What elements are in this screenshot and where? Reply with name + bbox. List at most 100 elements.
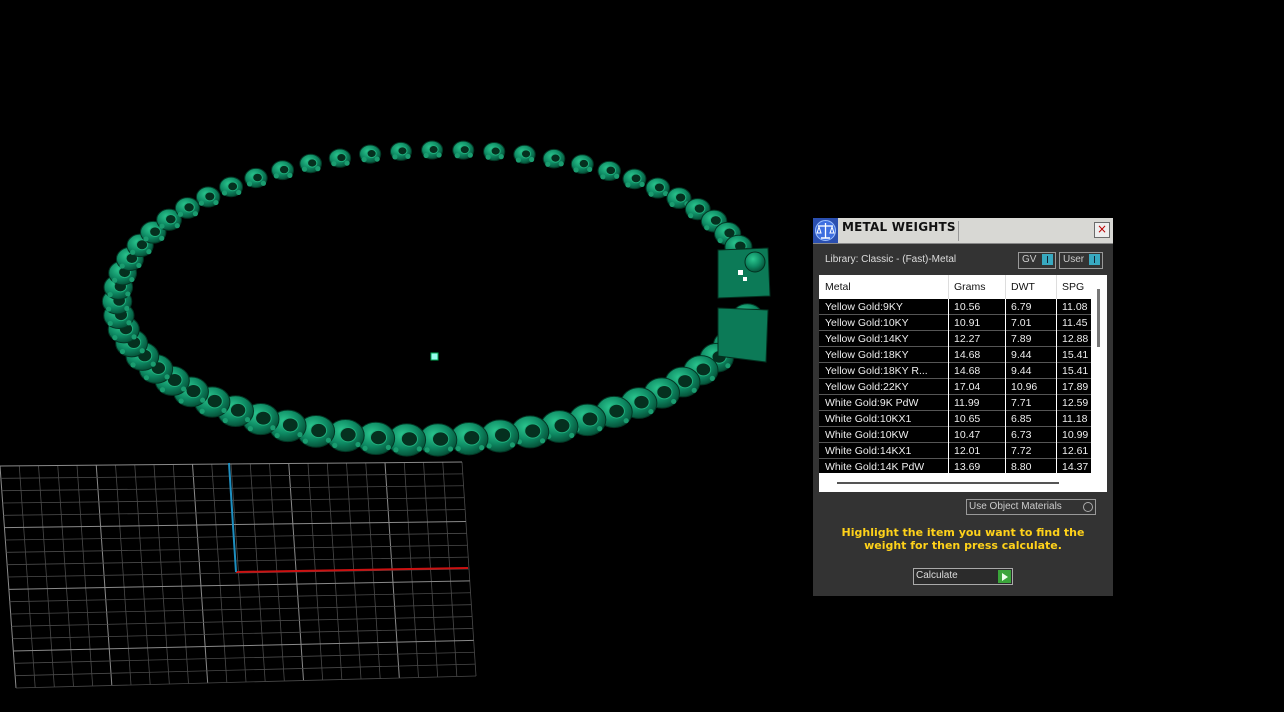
column-divider [948,411,949,427]
cell-dwt: 7.72 [1011,445,1032,457]
column-divider [1005,411,1006,427]
table-row[interactable]: Yellow Gold:18KY 14.68 9.44 15.41 [819,347,1091,363]
column-divider [1056,331,1057,347]
metal-table: Metal Grams DWT SPG Yellow Gold:9KY 10.56… [819,275,1107,492]
column-header-spg[interactable]: SPG [1062,281,1084,293]
column-divider [1056,411,1057,427]
table-row[interactable]: Yellow Gold:14KY 12.27 7.89 12.88 [819,331,1091,347]
table-row[interactable]: Yellow Gold:10KY 10.91 7.01 11.45 [819,315,1091,331]
bracelet-link [244,167,268,189]
table-row[interactable]: White Gold:10KW 10.47 6.73 10.99 [819,427,1091,443]
panel-titlebar[interactable]: METAL WEIGHTS × [813,218,1113,244]
bracelet-link [645,177,670,199]
cell-spg: 10.99 [1062,429,1089,441]
column-divider [948,379,949,395]
table-body: Yellow Gold:9KY 10.56 6.79 11.08 Yellow Gold… [819,299,1091,473]
bracelet-link [195,186,221,208]
cell-grams: 12.27 [954,333,981,345]
tennis-bracelet-model[interactable] [101,140,771,457]
cell-spg: 11.18 [1062,413,1088,425]
column-divider [948,363,949,379]
titlebar-divider [958,221,959,241]
table-row[interactable]: Yellow Gold:9KY 10.56 6.79 11.08 [819,299,1091,315]
gumball-pivot[interactable] [430,352,439,361]
cell-grams: 10.65 [954,413,981,425]
cell-spg: 15.41 [1062,349,1089,361]
table-row[interactable]: White Gold:14K PdW 13.69 8.80 14.37 [819,459,1091,473]
column-divider [1005,363,1006,379]
bracelet-link [271,160,295,181]
column-divider [948,315,949,331]
cell-dwt: 9.44 [1011,365,1032,377]
column-divider [1005,395,1006,411]
column-divider [1005,315,1006,331]
cell-spg: 11.45 [1062,317,1088,329]
play-arrow-icon [998,570,1011,583]
bracelet-link [359,144,382,164]
column-divider [948,331,949,347]
column-divider [1005,299,1006,315]
column-divider [1005,347,1006,363]
bracelet-link [570,154,594,175]
cell-spg: 17.89 [1062,381,1089,393]
column-divider [1056,299,1057,315]
cell-dwt: 7.71 [1011,397,1032,409]
column-divider [1005,459,1006,473]
table-row[interactable]: White Gold:14KX1 12.01 7.72 12.61 [819,443,1091,459]
user-toggle[interactable]: User [1059,252,1103,269]
column-header-grams[interactable]: Grams [954,281,986,293]
gv-toggle[interactable]: GV [1018,252,1056,269]
cell-spg: 12.61 [1062,445,1089,457]
vertical-scrollbar[interactable] [1097,289,1100,347]
cell-grams: 12.01 [954,445,981,457]
column-divider [1056,443,1057,459]
cell-grams: 10.56 [954,301,981,313]
selection-handle[interactable] [743,277,747,281]
bracelet-link [622,168,647,190]
calculate-button[interactable]: Calculate [913,568,1013,585]
cell-grams: 14.68 [954,365,981,377]
column-header-metal[interactable]: Metal [825,281,851,293]
bracelet-link [219,176,244,198]
column-divider [1005,443,1006,459]
cell-grams: 11.99 [954,397,980,409]
cell-dwt: 6.85 [1011,413,1032,425]
cell-spg: 12.59 [1062,397,1089,409]
cell-spg: 15.41 [1062,365,1089,377]
cell-metal: White Gold:9K PdW [825,397,919,409]
column-divider [948,347,949,363]
cell-spg: 12.88 [1062,333,1089,345]
table-row[interactable]: White Gold:10KX1 10.65 6.85 11.18 [819,411,1091,427]
bracelet-link [299,153,322,174]
cell-spg: 11.08 [1062,301,1088,313]
bracelet-link [174,197,200,219]
horizontal-scrollbar[interactable] [837,482,1059,484]
cell-metal: Yellow Gold:22KY [825,381,909,393]
column-header-dwt[interactable]: DWT [1011,281,1035,293]
column-divider [1056,395,1057,411]
table-row[interactable]: Yellow Gold:22KY 17.04 10.96 17.89 [819,379,1091,395]
selection-handle[interactable] [738,270,743,275]
cell-dwt: 7.01 [1011,317,1032,329]
cell-metal: White Gold:14KX1 [825,445,912,457]
bracelet-link [421,140,444,160]
cell-metal: White Gold:10KX1 [825,413,912,425]
bracelet-link [483,142,506,162]
column-divider [1005,275,1006,299]
table-row[interactable]: White Gold:9K PdW 11.99 7.71 12.59 [819,395,1091,411]
column-divider [948,427,949,443]
column-divider [1056,275,1057,299]
column-divider [1056,427,1057,443]
close-button[interactable]: × [1094,222,1110,238]
table-row[interactable]: Yellow Gold:18KY R... 14.68 9.44 15.41 [819,363,1091,379]
cell-metal: Yellow Gold:18KY [825,349,909,361]
column-divider [948,443,949,459]
calculate-label: Calculate [916,570,958,581]
column-divider [1005,379,1006,395]
column-divider [1005,427,1006,443]
radio-circle-icon [1083,502,1093,512]
use-object-materials-option[interactable]: Use Object Materials [966,499,1096,515]
bracelet-link [542,148,566,169]
cell-dwt: 6.73 [1011,429,1032,441]
cell-metal: Yellow Gold:14KY [825,333,909,345]
